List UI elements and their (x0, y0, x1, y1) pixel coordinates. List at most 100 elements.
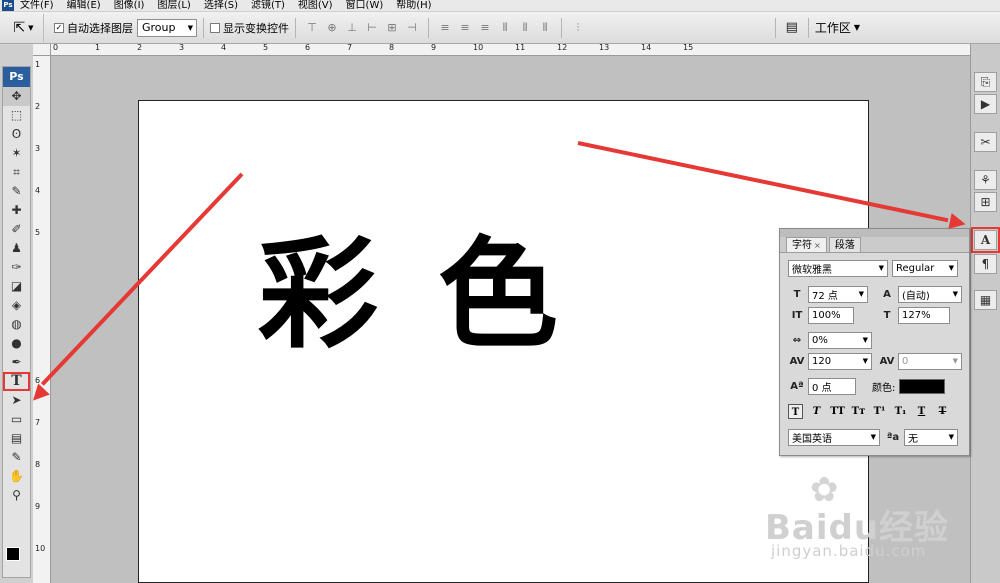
clone-stamp-tool[interactable]: ♟ (3, 239, 30, 258)
chevron-down-icon: ▼ (870, 433, 876, 441)
history-brush-tool[interactable]: ✑ (3, 258, 30, 277)
underline-button[interactable]: T (914, 404, 929, 419)
character-panel-icon[interactable]: A (971, 227, 1000, 253)
move-tool[interactable]: ✥ (3, 87, 30, 106)
baseline-shift-input[interactable]: 0 点 (808, 377, 856, 395)
menu-layer[interactable]: 图层(L) (157, 0, 190, 12)
paint-bucket-tool[interactable]: ◈ (3, 296, 30, 315)
menu-file[interactable]: 文件(F) (20, 0, 54, 12)
align-vcenter-icon[interactable]: ⊕ (322, 19, 342, 37)
show-transform-option[interactable]: 显示变换控件 (210, 20, 289, 36)
tool-presets-icon[interactable]: ✂ (974, 132, 997, 152)
menu-select[interactable]: 选择(S) (204, 0, 238, 12)
menu-view[interactable]: 视图(V) (298, 0, 333, 12)
panel-grip[interactable] (780, 229, 969, 237)
distribute-top-icon[interactable]: ≡ (435, 19, 455, 37)
font-style-select[interactable]: Regular ▼ (892, 259, 958, 277)
distribute-bottom-icon[interactable]: ≡ (475, 19, 495, 37)
baseline-shift-icon: Aª (790, 380, 804, 392)
pen-tool[interactable]: ✒ (3, 353, 30, 372)
leading-select[interactable]: (自动) ▼ (898, 285, 962, 303)
horizontal-scale-input[interactable]: 127% (898, 306, 950, 324)
healing-brush-tool[interactable]: ✚ (3, 201, 30, 220)
auto-select-checkbox[interactable]: ✓ (54, 22, 64, 33)
kerning-select[interactable]: 0 ▼ (898, 352, 962, 370)
workspace-button[interactable]: 工作区 ▼ (815, 19, 860, 36)
align-top-icon[interactable]: ⊤ (302, 19, 322, 37)
tracking-icon: AV (789, 355, 805, 367)
eraser-tool[interactable]: ◪ (3, 277, 30, 296)
shape-tool[interactable]: ▭ (3, 410, 30, 429)
layer-comps-icon[interactable]: ▦ (974, 290, 997, 310)
move-tool-preset-picker[interactable]: ⇱ ▼ (4, 13, 44, 42)
faux-bold-button[interactable]: T (788, 403, 803, 419)
strikethrough-button[interactable]: T (935, 404, 950, 419)
path-selection-tool[interactable]: ➤ (3, 391, 30, 410)
align-hcenter-icon[interactable]: ⊞ (382, 19, 402, 37)
text-color-swatch[interactable] (899, 378, 946, 394)
distribute-hcenter-icon[interactable]: ⫴ (515, 19, 535, 37)
baseline-shift-value: 0 点 (812, 382, 832, 394)
small-caps-button[interactable]: Tт (851, 404, 866, 419)
lasso-tool[interactable]: ʘ (3, 125, 30, 144)
menu-filter[interactable]: 滤镜(T) (251, 0, 285, 12)
menu-help[interactable]: 帮助(H) (396, 0, 431, 12)
eyedropper-tool[interactable]: ✎ (3, 182, 30, 201)
actions-panel-icon[interactable]: ▶ (974, 94, 997, 114)
foreground-color[interactable] (6, 547, 20, 561)
all-caps-button[interactable]: TT (830, 404, 845, 419)
font-family-select[interactable]: 微软雅黑 ▼ (788, 259, 888, 277)
history-panel-icon[interactable]: ⎘ (974, 72, 997, 92)
blur-tool[interactable]: ◍ (3, 315, 30, 334)
ruler-tick-label: 1 (95, 44, 101, 52)
font-size-select[interactable]: 72 点 ▼ (808, 285, 868, 303)
type-tool[interactable]: T (3, 372, 30, 391)
auto-select-dropdown[interactable]: Group ▼ (137, 18, 197, 37)
zoom-tool[interactable]: ⚲ (3, 486, 30, 505)
menu-edit[interactable]: 编辑(E) (67, 0, 101, 12)
kerning-percent-select[interactable]: 0% ▼ (808, 331, 872, 349)
show-transform-checkbox[interactable] (210, 22, 220, 33)
text-layer[interactable]: 彩色 (258, 226, 618, 366)
vertical-scale-input[interactable]: 100% (808, 306, 854, 324)
subscript-button[interactable]: T₁ (893, 404, 908, 419)
align-bottom-icon[interactable]: ⊥ (342, 19, 362, 37)
tracking-select[interactable]: 120 ▼ (808, 352, 872, 370)
ruler-tick-label: 4 (221, 44, 227, 52)
ruler-origin[interactable] (33, 44, 51, 56)
color-label: 颜色: (872, 382, 896, 394)
hand-tool[interactable]: ✋ (3, 467, 30, 486)
distribute-right-icon[interactable]: ⫴ (535, 19, 555, 37)
dodge-tool[interactable]: ● (3, 334, 30, 353)
paragraph-panel-icon[interactable]: ¶ (974, 254, 997, 274)
faux-italic-button[interactable]: T (809, 404, 824, 419)
bridge-icon[interactable]: ▤ (782, 19, 802, 37)
distribute-vcenter-icon[interactable]: ≡ (455, 19, 475, 37)
align-right-icon[interactable]: ⊣ (402, 19, 422, 37)
notes-tool[interactable]: ▤ (3, 429, 30, 448)
tab-character[interactable]: 字符 × (786, 237, 827, 252)
clone-source-icon[interactable]: ⊞ (974, 192, 997, 212)
eyedropper-tool-2[interactable]: ✎ (3, 448, 30, 467)
brushes-panel-icon[interactable]: ⚘ (974, 170, 997, 190)
crop-tool[interactable]: ⌗ (3, 163, 30, 182)
photoshop-app-icon[interactable]: Ps (2, 0, 14, 11)
auto-select-option[interactable]: ✓ 自动选择图层 (54, 20, 133, 36)
marquee-tool[interactable]: ⬚ (3, 106, 30, 125)
menu-image[interactable]: 图像(I) (114, 0, 145, 12)
document-canvas[interactable]: 彩色 (138, 100, 869, 583)
magic-wand-tool[interactable]: ✶ (3, 144, 30, 163)
show-transform-label: 显示变换控件 (223, 21, 289, 35)
menu-window[interactable]: 窗口(W) (346, 0, 384, 12)
ruler-tick-label: 6 (305, 44, 311, 52)
antialias-select[interactable]: 无 ▼ (904, 428, 958, 446)
close-icon[interactable]: × (814, 241, 821, 250)
auto-align-icon[interactable]: ⫶ (568, 19, 588, 37)
language-select[interactable]: 美国英语 ▼ (788, 428, 880, 446)
align-left-icon[interactable]: ⊢ (362, 19, 382, 37)
tab-paragraph[interactable]: 段落 (828, 237, 861, 252)
brush-tool[interactable]: ✐ (3, 220, 30, 239)
distribute-left-icon[interactable]: ⫴ (495, 19, 515, 37)
superscript-button[interactable]: T¹ (872, 404, 887, 419)
chevron-down-icon: ▼ (187, 23, 193, 32)
